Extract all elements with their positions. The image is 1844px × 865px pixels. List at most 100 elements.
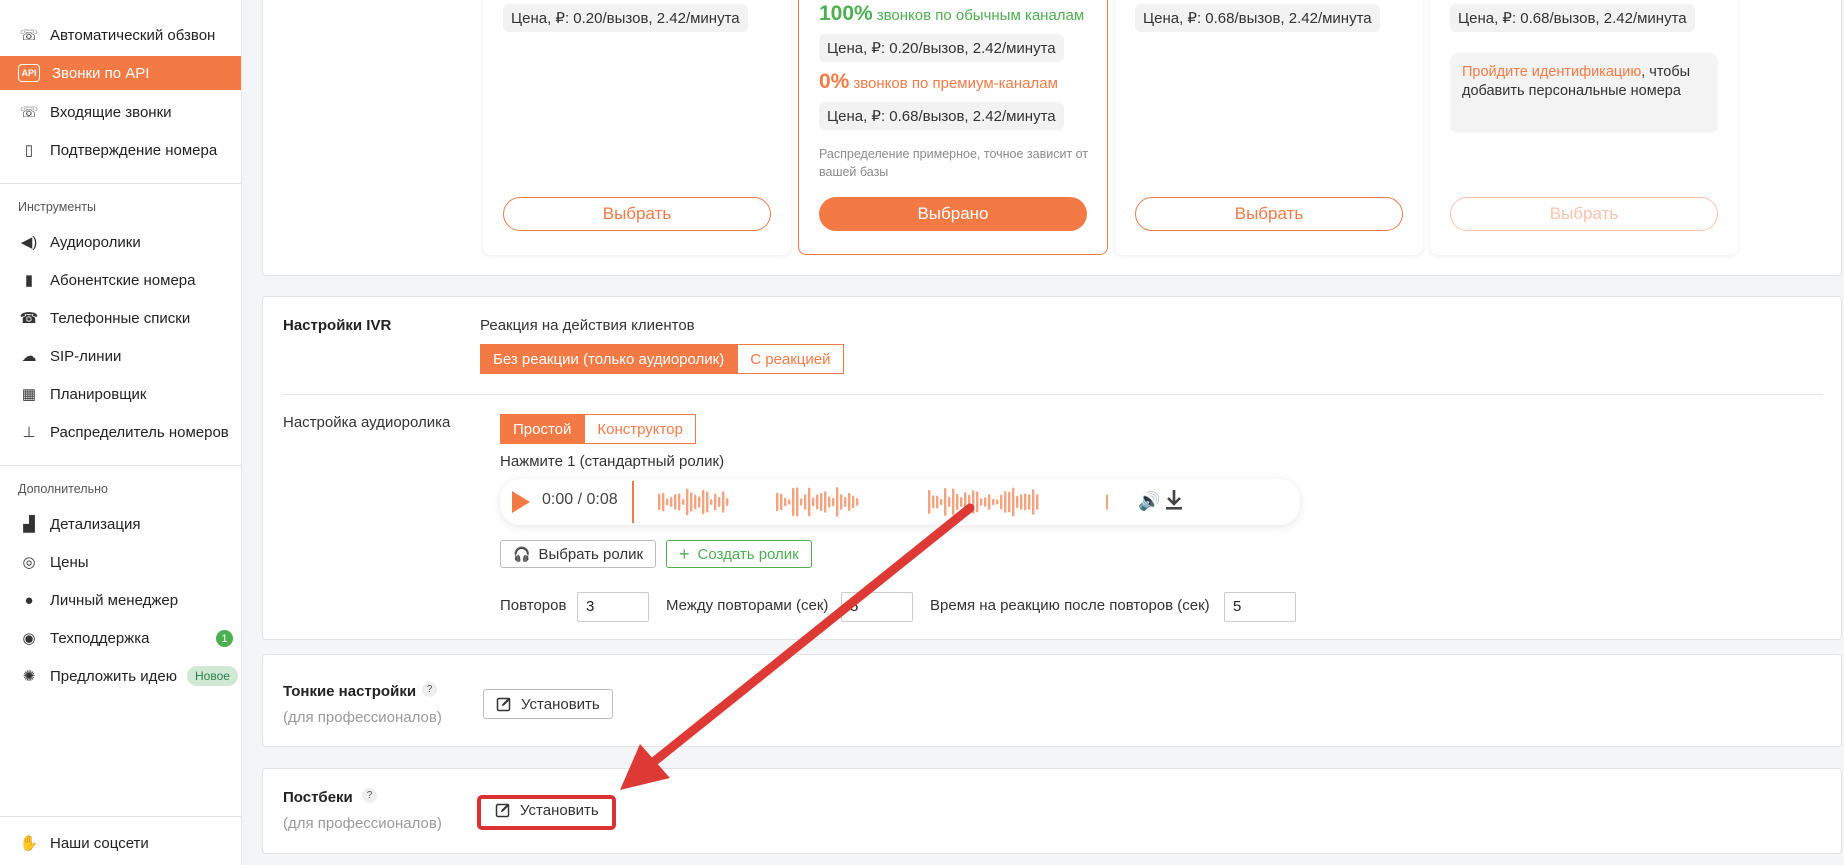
sidebar-heading-extra: Дополнительно	[18, 482, 108, 496]
player-time: 0:00 / 0:08	[542, 491, 618, 508]
between-input[interactable]: 5	[841, 592, 913, 622]
waveform-bar	[702, 489, 705, 515]
tariff-card-3[interactable]: Цена, ₽: 0.68/вызов, 2.42/минута Выбрать	[1115, 0, 1423, 255]
distribution-note: Распределение примерное, точное зависит …	[819, 147, 1089, 179]
sidebar-item-social[interactable]: ✋ Наши соцсети	[0, 826, 241, 860]
waveform-bar	[960, 496, 963, 508]
choose-button[interactable]: Выбрать	[503, 197, 771, 231]
waveform-bar	[1008, 491, 1011, 513]
selected-button[interactable]: Выбрано	[819, 197, 1087, 231]
sidebar-item-sip[interactable]: ☁ SIP-линии	[0, 339, 241, 373]
sidebar-item-prices[interactable]: ◎ Цены	[0, 545, 241, 579]
reaction-time-input[interactable]: 5	[1224, 592, 1296, 622]
plus-icon: +	[679, 543, 690, 564]
identification-link[interactable]: Пройдите идентификацию	[1462, 64, 1641, 80]
sidebar-divider	[0, 465, 241, 466]
sidebar-item-support[interactable]: ◉ Техподдержка 1	[0, 621, 241, 655]
fine-install-button[interactable]: Установить	[483, 689, 613, 719]
choose-clip-button[interactable]: 🎧 Выбрать ролик	[500, 540, 657, 568]
sidebar-item-scheduler[interactable]: ▦ Планировщик	[0, 377, 241, 411]
waveform-bar	[682, 498, 685, 506]
repeats-input[interactable]: 3	[577, 592, 649, 622]
calendar-icon: ▦	[21, 386, 37, 403]
waveform-bar	[792, 487, 795, 517]
waveform-bar	[1032, 489, 1035, 515]
sidebar-item-label: Планировщик	[50, 385, 147, 403]
hierarchy-icon: ⊥	[22, 424, 36, 441]
sidebar-item-number-confirm[interactable]: ▯ Подтверждение номера	[0, 133, 241, 167]
sidebar-item-label: Распределитель номеров	[50, 423, 229, 441]
waveform[interactable]	[658, 485, 1108, 519]
mode-simple[interactable]: Простой	[500, 414, 585, 444]
sidebar-item-label: Детализация	[50, 515, 141, 533]
sidebar-item-idea[interactable]: ✺ Предложить идею Новое	[0, 659, 241, 693]
wave-hand-icon: ✋	[19, 835, 39, 852]
divider	[283, 394, 1823, 395]
waveform-bar	[816, 494, 819, 510]
waveform-bar	[832, 497, 835, 507]
postback-subtitle: (для профессионалов)	[283, 815, 442, 832]
waveform-bar	[726, 497, 729, 507]
audio-player: 0:00 / 0:08 🔊	[500, 479, 1300, 525]
help-icon[interactable]: ?	[362, 788, 377, 803]
between-label: Между повторами (сек)	[666, 597, 829, 614]
help-icon[interactable]: ?	[422, 682, 437, 697]
waveform-bar	[1036, 494, 1039, 510]
create-clip-button[interactable]: + Создать ролик	[666, 540, 812, 568]
download-icon[interactable]	[1164, 488, 1184, 512]
waveform-bar	[836, 487, 839, 517]
fine-title: Тонкие настройки	[283, 683, 417, 700]
sidebar-item-api-calls[interactable]: API Звонки по API	[0, 56, 241, 90]
waveform-bar	[936, 495, 939, 509]
price-pill: Цена, ₽: 0.20/вызов, 2.42/минута	[503, 4, 748, 32]
regular-share: 100% звонков по обычным каналам	[819, 2, 1085, 25]
waveform-bar	[968, 494, 971, 510]
waveform-bar	[662, 492, 665, 512]
sidebar-item-label: Личный менеджер	[50, 591, 179, 609]
sidebar-item-label: Абонентские номера	[50, 271, 196, 289]
highlight-box	[477, 795, 616, 830]
choose-button-disabled[interactable]: Выбрать	[1450, 197, 1718, 231]
waveform-bar	[690, 492, 693, 512]
tariff-card-1[interactable]: Цена, ₽: 0.20/вызов, 2.42/минута Выбрать	[483, 0, 791, 255]
sidebar-item-manager[interactable]: ● Личный менеджер	[0, 583, 241, 617]
premium-price-pill: Цена, ₽: 0.68/вызов, 2.42/минута	[819, 102, 1064, 130]
sim-icon: ▮	[24, 272, 34, 289]
sidebar-item-phone-lists[interactable]: ☎ Телефонные списки	[0, 301, 241, 335]
waveform-bar	[780, 493, 783, 511]
play-icon[interactable]	[512, 491, 530, 513]
waveform-bar	[706, 491, 709, 513]
sidebar-item-auto-dial[interactable]: ☏ Автоматический обзвон	[0, 18, 241, 52]
tariff-card-2-selected[interactable]: 100% звонков по обычным каналам Цена, ₽: …	[798, 0, 1108, 255]
waveform-bar	[1020, 494, 1023, 510]
sidebar-item-label: Автоматический обзвон	[50, 26, 216, 44]
sidebar-item-details[interactable]: ▟ Детализация	[0, 507, 241, 541]
volume-icon[interactable]: 🔊	[1138, 491, 1160, 512]
sidebar-item-label: Входящие звонки	[50, 103, 172, 121]
waveform-bar	[686, 488, 689, 516]
sidebar-item-incoming-calls[interactable]: ☏ Входящие звонки	[0, 95, 241, 129]
reaction-option-with[interactable]: С реакцией	[737, 344, 844, 374]
repeats-label: Повторов	[500, 597, 567, 614]
sidebar-item-distributor[interactable]: ⊥ Распределитель номеров	[0, 415, 241, 449]
fine-install-label: Установить	[521, 695, 600, 713]
waveform-bar	[694, 494, 697, 510]
reaction-option-none[interactable]: Без реакции (только аудиоролик)	[480, 344, 738, 374]
sidebar-item-label: Техподдержка	[50, 629, 150, 647]
waveform-bar	[1024, 493, 1027, 511]
ivr-panel: Настройки IVR Реакция на действия клиент…	[262, 296, 1842, 640]
sidebar-item-label: Подтверждение номера	[50, 141, 218, 159]
sidebar-divider	[0, 183, 241, 184]
sidebar-item-label: Наши соцсети	[50, 834, 149, 852]
waveform-bar	[722, 491, 725, 513]
tariff-card-4[interactable]: Цена, ₽: 0.68/вызов, 2.42/минута Пройдит…	[1430, 0, 1738, 255]
sidebar-item-audio[interactable]: ◀) Аудиоролики	[0, 225, 241, 259]
choose-button[interactable]: Выбрать	[1135, 197, 1403, 231]
waveform-bar	[800, 498, 803, 506]
player-cursor	[632, 481, 634, 523]
waveform-bar	[828, 496, 831, 508]
mode-constructor[interactable]: Конструктор	[584, 414, 696, 444]
sidebar-item-numbers[interactable]: ▮ Абонентские номера	[0, 263, 241, 297]
waveform-bar	[976, 491, 979, 513]
price-pill: Цена, ₽: 0.68/вызов, 2.42/минута	[1135, 4, 1380, 32]
